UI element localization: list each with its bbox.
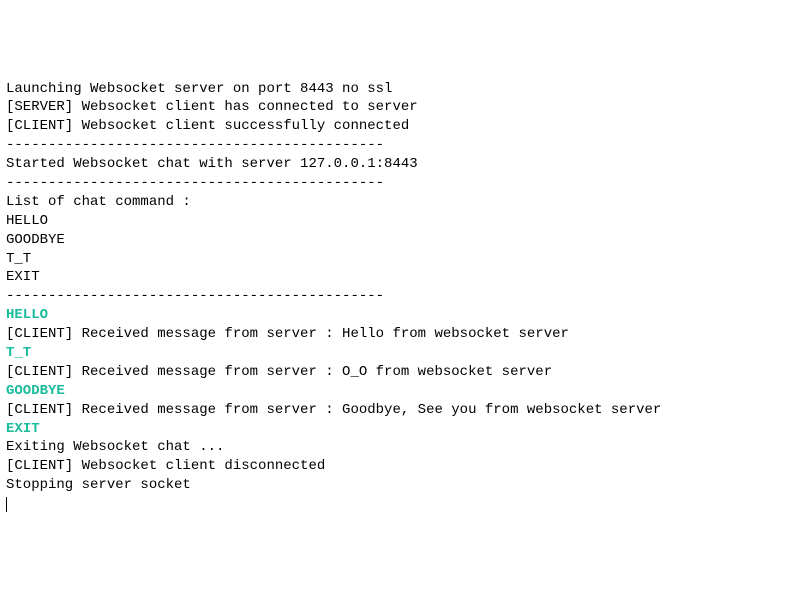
terminal-line: Started Websocket chat with server 127.0… [6,155,786,174]
terminal-line: List of chat command : [6,193,786,212]
terminal-line: EXIT [6,268,786,287]
cursor-icon [6,497,7,512]
terminal-output: Launching Websocket server on port 8443 … [6,80,786,514]
terminal-line: EXIT [6,420,786,439]
terminal-line: Stopping server socket [6,476,786,495]
terminal-line: Launching Websocket server on port 8443 … [6,80,786,99]
terminal-line: ----------------------------------------… [6,287,786,306]
terminal-line: GOODBYE [6,382,786,401]
terminal-line: [CLIENT] Received message from server : … [6,325,786,344]
terminal-line: HELLO [6,306,786,325]
terminal-line: [CLIENT] Received message from server : … [6,401,786,420]
terminal-cursor-line[interactable] [6,495,786,514]
terminal-line: T_T [6,250,786,269]
terminal-line: [CLIENT] Websocket client successfully c… [6,117,786,136]
terminal-line: T_T [6,344,786,363]
terminal-line: [CLIENT] Websocket client disconnected [6,457,786,476]
terminal-line: ----------------------------------------… [6,136,786,155]
terminal-line: GOODBYE [6,231,786,250]
terminal-line: [CLIENT] Received message from server : … [6,363,786,382]
terminal-line: ----------------------------------------… [6,174,786,193]
terminal-line: Exiting Websocket chat ... [6,438,786,457]
terminal-line: HELLO [6,212,786,231]
terminal-line: [SERVER] Websocket client has connected … [6,98,786,117]
